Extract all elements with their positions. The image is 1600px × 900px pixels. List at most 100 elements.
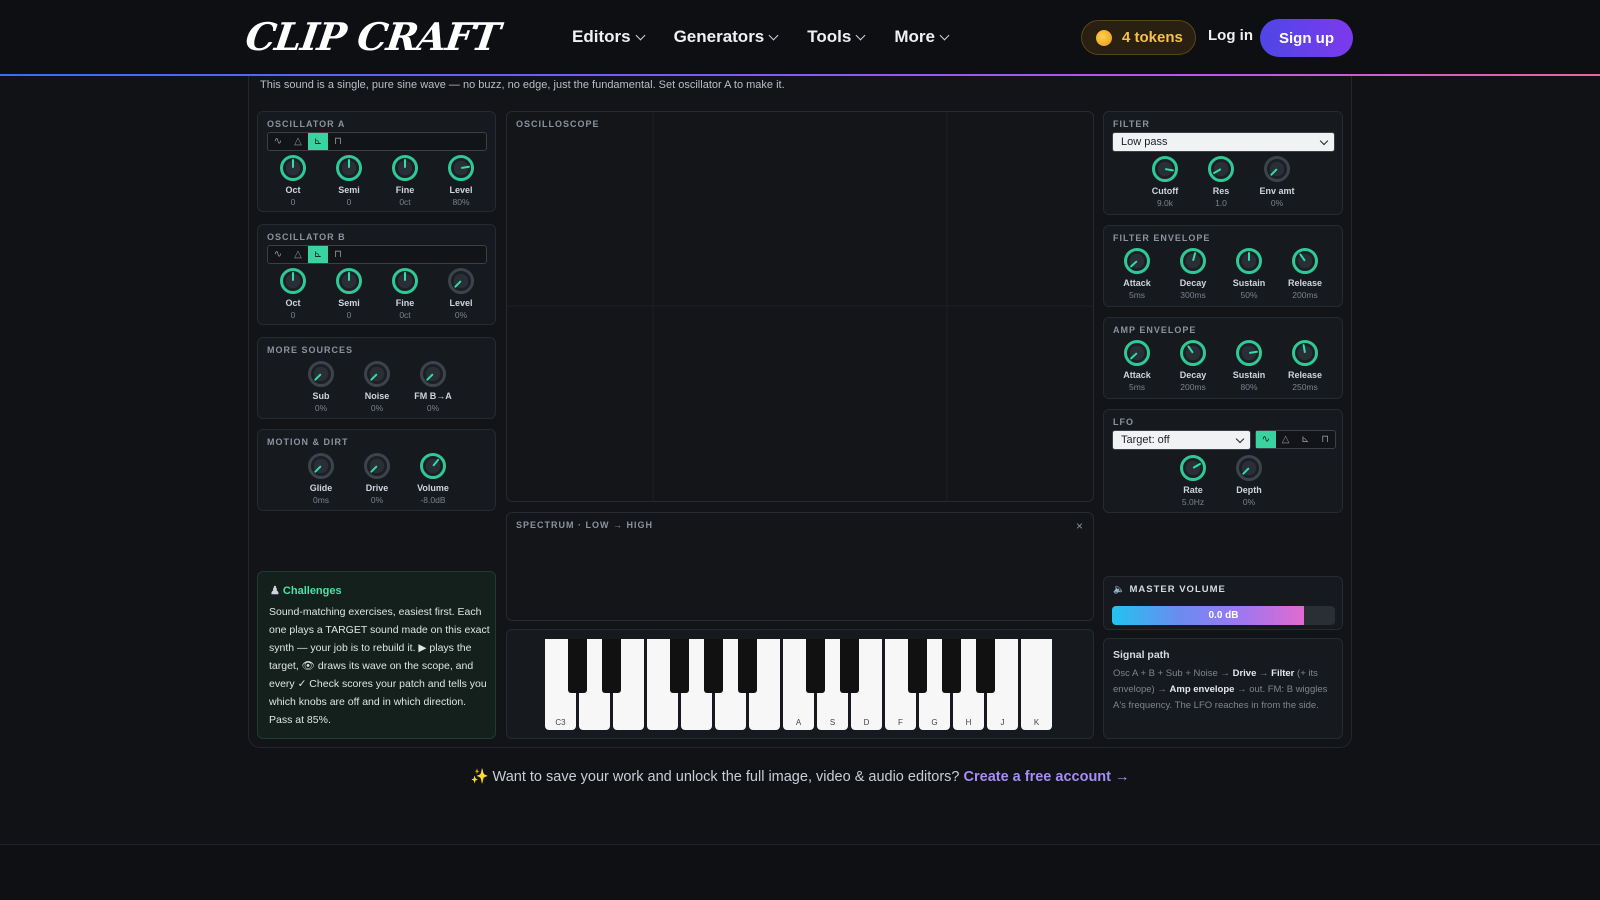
knob-dial[interactable]	[1180, 340, 1206, 366]
knob-value: 80%	[452, 197, 470, 207]
osc-a-wave-triangle-button[interactable]: △	[288, 133, 308, 150]
osc-b-wave-sine-button[interactable]: ∿	[268, 246, 288, 263]
knob-dial[interactable]	[336, 155, 362, 181]
filter-type-select[interactable]: Low pass	[1112, 132, 1335, 152]
osc-b-level-knob[interactable]: Level 0%	[436, 268, 486, 320]
amp-env-release-knob[interactable]: Release 250ms	[1280, 340, 1330, 392]
knob-dial[interactable]	[1236, 248, 1262, 274]
signal-path-title: Signal path	[1113, 649, 1170, 661]
sources-fm-b-a-knob[interactable]: FM B→A 0%	[408, 361, 458, 413]
filter-cutoff-knob[interactable]: Cutoff 9.0k	[1140, 156, 1190, 208]
motion-glide-knob[interactable]: Glide 0ms	[296, 453, 346, 505]
lfo-rate-knob[interactable]: Rate 5.0Hz	[1168, 455, 1218, 507]
lfo-wave-square-button[interactable]: ⊓	[1315, 431, 1335, 448]
black-key[interactable]	[568, 639, 587, 693]
black-key[interactable]	[908, 639, 927, 693]
signup-button[interactable]: Sign up	[1260, 19, 1353, 57]
knob-pointer	[1269, 168, 1278, 177]
knob-dial[interactable]	[1180, 248, 1206, 274]
knob-dial[interactable]	[308, 453, 334, 479]
filter-env-release-knob[interactable]: Release 200ms	[1280, 248, 1330, 300]
sources-noise-knob[interactable]: Noise 0%	[352, 361, 402, 413]
knob-dial[interactable]	[1180, 455, 1206, 481]
filter-env-sustain-knob[interactable]: Sustain 50%	[1224, 248, 1274, 300]
knob-dial[interactable]	[364, 361, 390, 387]
knob-pointer	[460, 165, 471, 169]
black-key[interactable]	[738, 639, 757, 693]
knob-dial[interactable]	[1292, 248, 1318, 274]
lfo-depth-knob[interactable]: Depth 0%	[1224, 455, 1274, 507]
osc-b-wave-triangle-button[interactable]: △	[288, 246, 308, 263]
lfo-wave-triangle-button[interactable]: △	[1276, 431, 1296, 448]
brand-logo[interactable]: CLIP CRAFT	[243, 14, 503, 60]
nav-generators[interactable]: Generators	[674, 24, 779, 50]
knob-label: Glide	[309, 483, 333, 493]
knob-dial[interactable]	[1236, 340, 1262, 366]
black-key[interactable]	[806, 639, 825, 693]
knob-dial[interactable]	[1124, 340, 1150, 366]
osc-b-wave-square-button[interactable]: ⊓	[328, 246, 348, 263]
spectrum-close-icon[interactable]: ×	[1076, 519, 1083, 533]
motion-drive-knob[interactable]: Drive 0%	[352, 453, 402, 505]
nav-tools[interactable]: Tools	[807, 24, 866, 50]
master-volume-slider[interactable]: 0.0 dB	[1112, 606, 1335, 625]
osc-a-wave-saw-button[interactable]: ⊾	[308, 133, 328, 150]
knob-dial[interactable]	[336, 268, 362, 294]
knob-dial[interactable]	[392, 268, 418, 294]
osc-a-fine-knob[interactable]: Fine 0ct	[380, 155, 430, 207]
nav-more[interactable]: More	[894, 24, 950, 50]
knob-dial[interactable]	[1124, 248, 1150, 274]
amp-env-sustain-knob[interactable]: Sustain 80%	[1224, 340, 1274, 392]
nav-editors[interactable]: Editors	[572, 24, 646, 50]
osc-b-wave-saw-button[interactable]: ⊾	[308, 246, 328, 263]
black-key[interactable]	[704, 639, 723, 693]
knob-label: Drive	[365, 483, 389, 493]
create-account-link[interactable]: Create a free account →	[964, 769, 1130, 785]
sources-sub-knob[interactable]: Sub 0%	[296, 361, 346, 413]
knob-dial[interactable]	[1292, 340, 1318, 366]
osc-a-semi-knob[interactable]: Semi 0	[324, 155, 374, 207]
osc-a-level-knob[interactable]: Level 80%	[436, 155, 486, 207]
black-key[interactable]	[670, 639, 689, 693]
osc-a-wave-square-button[interactable]: ⊓	[328, 133, 348, 150]
more-sources-panel: MORE SOURCES Sub 0% Noise 0% FM B→A 0%	[257, 337, 496, 419]
key-label: K	[1033, 718, 1040, 727]
black-key[interactable]	[602, 639, 621, 693]
filter-res-knob[interactable]: Res 1.0	[1196, 156, 1246, 208]
knob-dial[interactable]	[280, 155, 306, 181]
lfo-target-select[interactable]: Target: off	[1112, 430, 1251, 450]
knob-dial[interactable]	[308, 361, 334, 387]
osc-b-semi-knob[interactable]: Semi 0	[324, 268, 374, 320]
login-link[interactable]: Log in	[1208, 27, 1253, 44]
amp-env-decay-knob[interactable]: Decay 200ms	[1168, 340, 1218, 392]
osc-a-wave-sine-button[interactable]: ∿	[268, 133, 288, 150]
knob-dial[interactable]	[1208, 156, 1234, 182]
knob-dial[interactable]	[392, 155, 418, 181]
knob-dial[interactable]	[448, 155, 474, 181]
filter-env-decay-knob[interactable]: Decay 300ms	[1168, 248, 1218, 300]
signal-path-panel: Signal path Osc A + B + Sub + Noise → Dr…	[1103, 638, 1343, 739]
black-key[interactable]	[942, 639, 961, 693]
white-key[interactable]: K	[1021, 639, 1052, 730]
filter-env-amt-knob[interactable]: Env amt 0%	[1252, 156, 1302, 208]
knob-value: 9.0k	[1156, 198, 1174, 208]
black-key[interactable]	[976, 639, 995, 693]
motion-volume-knob[interactable]: Volume -8.0dB	[408, 453, 458, 505]
lfo-wave-saw-button[interactable]: ⊾	[1296, 431, 1316, 448]
tokens-badge[interactable]: 4 tokens	[1081, 20, 1196, 55]
knob-dial[interactable]	[448, 268, 474, 294]
amp-env-attack-knob[interactable]: Attack 5ms	[1112, 340, 1162, 392]
knob-dial[interactable]	[1236, 455, 1262, 481]
knob-dial[interactable]	[364, 453, 390, 479]
filter-env-attack-knob[interactable]: Attack 5ms	[1112, 248, 1162, 300]
knob-dial[interactable]	[420, 361, 446, 387]
knob-dial[interactable]	[280, 268, 306, 294]
osc-b-oct-knob[interactable]: Oct 0	[268, 268, 318, 320]
lfo-wave-sine-button[interactable]: ∿	[1256, 431, 1276, 448]
osc-b-fine-knob[interactable]: Fine 0ct	[380, 268, 430, 320]
black-key[interactable]	[840, 639, 859, 693]
knob-dial[interactable]	[1264, 156, 1290, 182]
osc-a-oct-knob[interactable]: Oct 0	[268, 155, 318, 207]
knob-dial[interactable]	[420, 453, 446, 479]
knob-dial[interactable]	[1152, 156, 1178, 182]
